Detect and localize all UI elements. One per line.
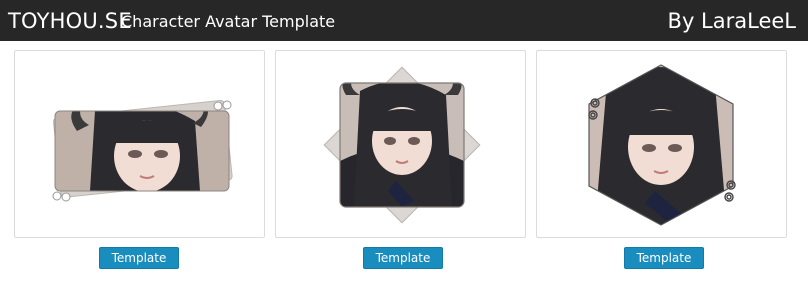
template-2-preview: [275, 50, 526, 238]
template-2-button[interactable]: Template 2: [363, 247, 443, 285]
page-title: Character Avatar Template: [121, 12, 336, 31]
template-3-avatar-image: [588, 64, 736, 226]
site-logo-text: TOYHOU.SE: [8, 9, 132, 33]
template-3-button[interactable]: Template 3: [624, 247, 704, 285]
template-3-preview: [536, 50, 787, 238]
top-bar: TOYHOU.SE Character Avatar Template By L…: [0, 0, 808, 41]
template-1-button[interactable]: Template 1: [99, 247, 179, 285]
author-credit: By LaraLeeL: [667, 9, 796, 33]
template-1-avatar-image: [52, 100, 233, 202]
template-2-avatar-image: [323, 66, 481, 224]
template-1-preview: [14, 50, 265, 238]
